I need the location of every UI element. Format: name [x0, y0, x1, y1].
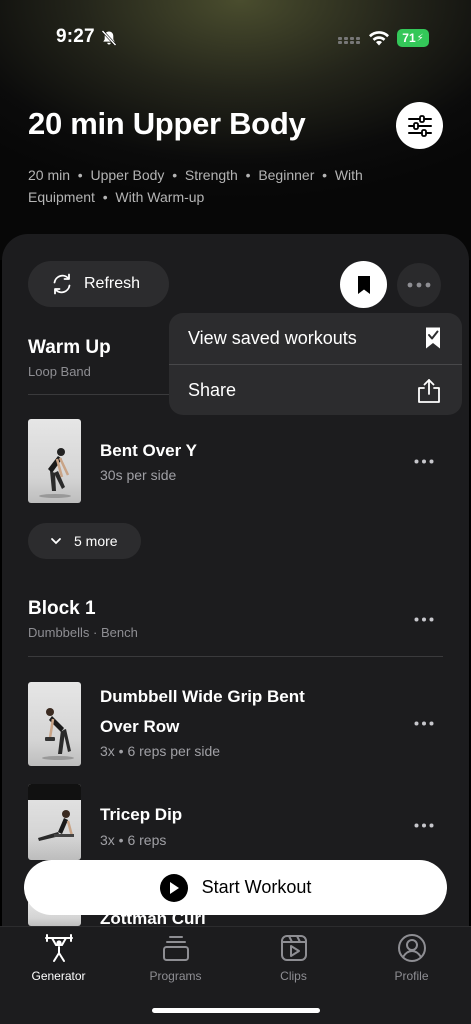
tag: Upper Body: [90, 167, 165, 183]
exercise-name-line1[interactable]: Dumbbell Wide Grip Bent: [100, 682, 305, 712]
exercise-name[interactable]: Tricep Dip: [100, 800, 182, 830]
tab-programs[interactable]: Programs: [117, 933, 234, 993]
exercise-more-button[interactable]: [410, 453, 438, 469]
tag: Strength: [184, 167, 238, 183]
show-more-label: 5 more: [74, 533, 118, 549]
tag: 20 min: [28, 167, 71, 183]
divider: [28, 656, 443, 657]
workout-tags: 20 min • Upper Body • Strength • Beginne…: [28, 167, 363, 205]
section-title-warmup: Warm Up: [28, 337, 111, 358]
refresh-icon: [53, 273, 71, 295]
tab-label: Generator: [31, 969, 86, 983]
tab-label: Clips: [280, 969, 307, 983]
status-bar: 9:27 71 ⚡: [0, 0, 471, 60]
tag: Beginner: [258, 167, 315, 183]
more-options-menu: View saved workouts Share: [169, 313, 462, 415]
tab-profile[interactable]: Profile: [353, 933, 470, 993]
page-title: 20 min Upper Body: [28, 106, 306, 141]
exercise-name[interactable]: Bent Over Y: [100, 436, 197, 466]
exercise-thumbnail[interactable]: [28, 784, 81, 860]
start-workout-button[interactable]: Start Workout: [24, 860, 447, 915]
menu-item-label: View saved workouts: [188, 328, 357, 348]
battery-level: 71: [402, 31, 416, 45]
status-time: 9:27: [56, 26, 95, 47]
cellular-signal-icon: [338, 37, 360, 44]
exercise-person-image: [39, 448, 71, 498]
filter-button[interactable]: [396, 102, 443, 149]
weightlifter-icon: [44, 934, 73, 962]
battery-indicator: 71 ⚡: [397, 29, 429, 47]
tab-label: Profile: [394, 969, 429, 983]
more-options-button[interactable]: [397, 263, 441, 307]
exercise-person-image: [42, 708, 74, 760]
save-workout-button[interactable]: [340, 261, 387, 308]
tab-generator[interactable]: Generator: [0, 933, 117, 993]
home-indicator: [152, 1008, 320, 1013]
exercise-more-button[interactable]: [410, 817, 438, 833]
ellipsis-icon: [414, 721, 434, 725]
bookmark-icon: [357, 275, 370, 294]
play-icon: [159, 873, 188, 902]
exercise-thumbnail[interactable]: [28, 682, 81, 766]
exercise-thumbnail[interactable]: [28, 419, 81, 503]
sliders-icon: [407, 114, 432, 137]
exercise-detail: 30s per side: [100, 467, 177, 483]
exercise-more-button[interactable]: [410, 715, 438, 731]
tab-clips[interactable]: Clips: [235, 933, 352, 993]
exercise-detail: 3x • 6 reps per side: [100, 743, 221, 759]
exercise-person-image: [28, 784, 81, 841]
tab-label: Programs: [149, 969, 202, 983]
section-equipment-block1: Dumbbells · Bench: [28, 625, 138, 640]
section-title-block1: Block 1: [28, 598, 96, 619]
stack-icon: [162, 936, 189, 961]
share-icon: [418, 379, 440, 403]
ellipsis-icon: [407, 282, 431, 288]
refresh-button[interactable]: Refresh: [28, 261, 169, 307]
profile-icon: [397, 934, 426, 962]
ellipsis-icon: [414, 459, 434, 463]
section-equipment-warmup: Loop Band: [28, 364, 91, 379]
start-workout-label: Start Workout: [201, 877, 312, 897]
menu-item-label: Share: [188, 380, 237, 400]
exercise-detail: 3x • 6 reps: [100, 832, 167, 848]
refresh-label: Refresh: [84, 275, 141, 292]
menu-item-share[interactable]: Share: [169, 365, 462, 415]
bell-muted-icon: [101, 30, 117, 46]
section-more-button[interactable]: [410, 611, 438, 627]
menu-item-view-saved[interactable]: View saved workouts: [169, 313, 462, 364]
clips-play-icon: [280, 935, 307, 961]
ellipsis-icon: [414, 617, 434, 621]
tag: With Warm-up: [115, 189, 205, 205]
charging-bolt-icon: ⚡: [416, 32, 424, 44]
saved-check-icon: [426, 327, 440, 349]
chevron-down-icon: [51, 538, 61, 545]
wifi-icon: [369, 31, 389, 46]
show-more-button[interactable]: 5 more: [28, 523, 141, 559]
exercise-name-line2[interactable]: Over Row: [100, 712, 179, 742]
ellipsis-icon: [414, 823, 434, 827]
